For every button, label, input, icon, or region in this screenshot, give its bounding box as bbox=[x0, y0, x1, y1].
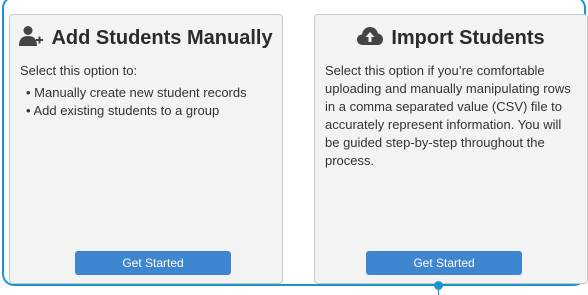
list-item: Manually create new student records bbox=[20, 84, 268, 102]
description-text: Select this option if you’re comfortable… bbox=[325, 63, 571, 168]
intro-text: Select this option to: bbox=[20, 63, 138, 78]
import-students-card[interactable]: Import Students Select this option if yo… bbox=[314, 14, 588, 284]
card-title: Add Students Manually bbox=[51, 26, 273, 49]
pointer-line bbox=[438, 289, 439, 295]
card-description: Select this option to: Manually create n… bbox=[20, 62, 268, 120]
card-title: Import Students bbox=[391, 26, 545, 49]
card-header: Add Students Manually bbox=[10, 24, 282, 52]
list-item: Add existing students to a group bbox=[20, 102, 268, 120]
card-header: Import Students bbox=[315, 24, 587, 52]
card-description: Select this option if you’re comfortable… bbox=[325, 62, 573, 170]
get-started-button[interactable]: Get Started bbox=[366, 251, 522, 275]
add-students-manually-card[interactable]: Add Students Manually Select this option… bbox=[9, 14, 283, 284]
cloud-upload-icon bbox=[357, 26, 384, 51]
option-list: Manually create new student records Add … bbox=[20, 84, 268, 120]
add-user-icon bbox=[19, 25, 44, 52]
get-started-button[interactable]: Get Started bbox=[75, 251, 231, 275]
